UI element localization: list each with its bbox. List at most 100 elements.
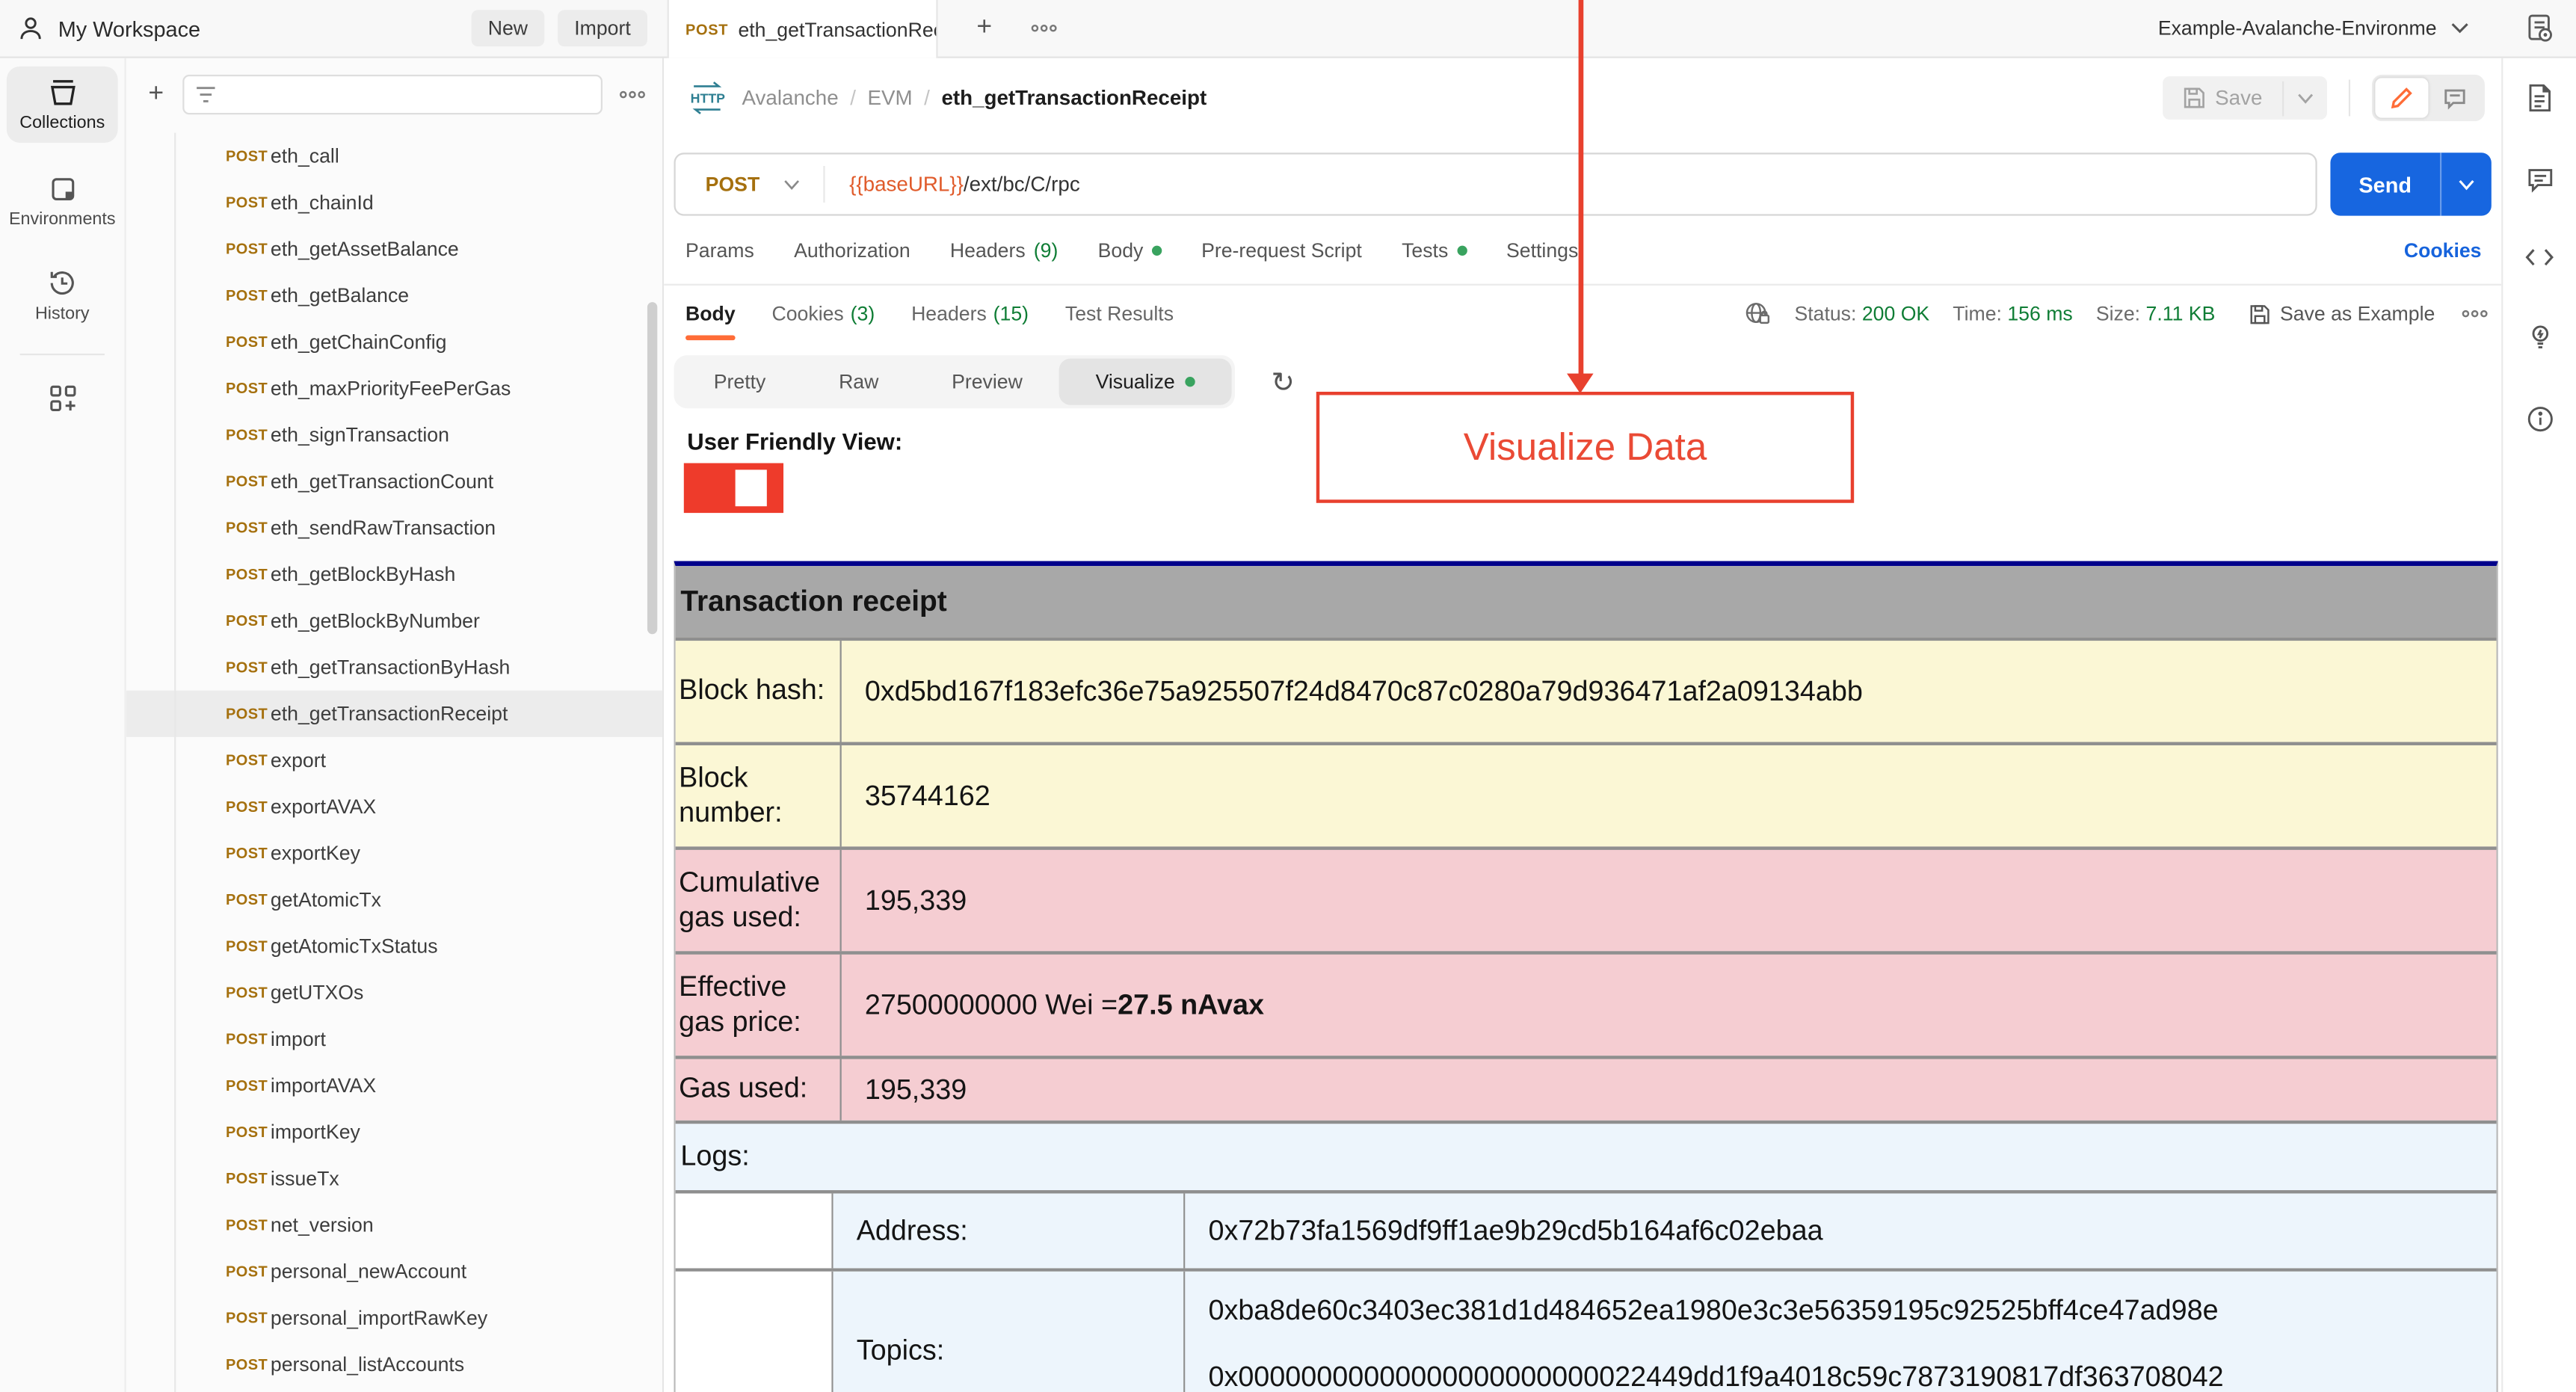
sidebar-item-eth_getAssetBalance[interactable]: POST eth_getAssetBalance xyxy=(126,226,662,272)
environment-selector[interactable]: Example-Avalanche-Environme xyxy=(2158,0,2470,56)
request-tab[interactable]: POST eth_getTransactionRece xyxy=(667,0,938,58)
row-label: Gas used: xyxy=(676,1059,842,1121)
response-tab-cookies[interactable]: Cookies (3) xyxy=(771,287,875,340)
lightbulb-icon[interactable] xyxy=(2525,322,2554,352)
row-label: Block hash: xyxy=(676,641,842,742)
value-text: 0xd5bd167f183efc36e75a925507f24d8470c87c… xyxy=(864,674,1863,706)
request-tab-tests[interactable]: Tests xyxy=(1402,238,1467,262)
sidebar-item-importKey[interactable]: POST importKey xyxy=(126,1109,662,1155)
request-name: eth_maxPriorityFeePerGas xyxy=(270,377,511,401)
sidebar-item-personal_newAccount[interactable]: POST personal_newAccount xyxy=(126,1248,662,1295)
edit-mode-button[interactable] xyxy=(2375,78,2429,118)
request-tab-params[interactable]: Params xyxy=(685,238,754,262)
rail-item-history[interactable]: History xyxy=(7,256,118,333)
rail-item-collections[interactable]: Collections xyxy=(6,66,118,143)
new-button[interactable]: New xyxy=(471,10,545,47)
url-input[interactable]: POST {{baseURL}}/ext/bc/C/rpc xyxy=(674,153,2317,216)
comments-icon[interactable] xyxy=(2525,166,2554,193)
send-button[interactable]: Send xyxy=(2330,153,2440,215)
user-friendly-view-checkbox[interactable] xyxy=(683,463,784,514)
info-icon[interactable] xyxy=(2525,405,2554,434)
import-button[interactable]: Import xyxy=(558,10,647,47)
view-tab-raw[interactable]: Raw xyxy=(802,359,915,405)
method-badge: POST xyxy=(225,1356,268,1373)
view-tab-visualize[interactable]: Visualize xyxy=(1059,358,1232,405)
request-tab-headers[interactable]: Headers (9) xyxy=(950,238,1058,262)
sidebar-item-issueTx[interactable]: POST issueTx xyxy=(126,1155,662,1201)
sidebar-item-exportAVAX[interactable]: POST exportAVAX xyxy=(126,783,662,830)
user-icon[interactable] xyxy=(16,14,45,43)
response-options-icon[interactable] xyxy=(2462,309,2489,318)
response-tab-body[interactable]: Body xyxy=(685,287,736,341)
request-name: eth_getTransactionByHash xyxy=(270,656,511,680)
sidebar-item-getAtomicTxStatus[interactable]: POST getAtomicTxStatus xyxy=(126,923,662,970)
save-icon xyxy=(2249,303,2270,324)
sidebar-item-eth_call[interactable]: POST eth_call xyxy=(126,133,662,179)
time-label: Time: xyxy=(1953,302,2002,326)
sidebar-item-personal_importRawKey[interactable]: POST personal_importRawKey xyxy=(126,1295,662,1341)
request-tab-settings[interactable]: Settings xyxy=(1506,238,1578,262)
code-snippet-icon[interactable] xyxy=(2524,246,2554,269)
sidebar-item-import[interactable]: POST import xyxy=(126,1016,662,1062)
sidebar-item-personal_unlockAccount[interactable]: POSTpersonal_unlockAccount xyxy=(126,1388,662,1392)
sidebar-item-eth_signTransaction[interactable]: POST eth_signTransaction xyxy=(126,412,662,458)
sidebar-item-exportKey[interactable]: POST exportKey xyxy=(126,830,662,876)
tree-indent-line xyxy=(174,132,176,1392)
sidebar-scrollbar[interactable] xyxy=(647,302,658,635)
comment-mode-button[interactable] xyxy=(2428,78,2481,117)
response-tab-test-results[interactable]: Test Results xyxy=(1065,287,1174,340)
method-dropdown[interactable]: POST xyxy=(676,173,823,196)
method-badge: POST xyxy=(225,1263,268,1280)
tab-label: Pretty xyxy=(713,370,766,394)
sidebar-item-importAVAX[interactable]: POST importAVAX xyxy=(126,1062,662,1109)
environment-quick-look-icon[interactable] xyxy=(2524,12,2556,45)
log-row: Topics: 0xba8de60c3403ec381d1d484652ea198… xyxy=(675,1268,2497,1392)
save-as-example-button[interactable]: Save as Example xyxy=(2249,302,2435,325)
breadcrumb-request-name[interactable]: eth_getTransactionReceipt xyxy=(941,86,1207,109)
sidebar-item-eth_getTransactionReceipt[interactable]: POST eth_getTransactionReceipt xyxy=(126,690,662,737)
url-path: /ext/bc/C/rpc xyxy=(963,172,1080,197)
refresh-icon[interactable]: ↻ xyxy=(1272,368,1295,396)
view-tab-pretty[interactable]: Pretty xyxy=(677,359,802,405)
request-tab-pre-request-script[interactable]: Pre-request Script xyxy=(1201,238,1362,262)
configure-rail-icon[interactable] xyxy=(0,382,125,415)
new-tab-button[interactable]: + xyxy=(967,12,1000,45)
sidebar-item-eth_getChainConfig[interactable]: POST eth_getChainConfig xyxy=(126,318,662,365)
url-value[interactable]: {{baseURL}}/ext/bc/C/rpc xyxy=(825,173,1080,196)
sidebar-item-export[interactable]: POST export xyxy=(126,737,662,783)
breadcrumb-collection[interactable]: Avalanche xyxy=(742,86,839,109)
table-row: Cumulative gas used: 195,339 xyxy=(675,846,2497,952)
method-badge: POST xyxy=(225,566,268,583)
response-tab-headers[interactable]: Headers (15) xyxy=(911,287,1029,340)
documentation-icon[interactable] xyxy=(2526,83,2553,113)
sidebar-item-net_version[interactable]: POST net_version xyxy=(126,1202,662,1248)
request-tab-body[interactable]: Body xyxy=(1098,238,1162,262)
network-globe-icon[interactable] xyxy=(1745,301,1772,327)
row-value: 195,339 xyxy=(842,1059,2497,1121)
request-tab-authorization[interactable]: Authorization xyxy=(794,238,910,262)
save-options-chevron[interactable] xyxy=(2282,80,2327,116)
rail-item-environments[interactable]: Environments xyxy=(7,163,118,239)
view-tab-preview[interactable]: Preview xyxy=(915,359,1059,405)
sidebar-item-eth_sendRawTransaction[interactable]: POST eth_sendRawTransaction xyxy=(126,505,662,551)
tab-options-icon[interactable] xyxy=(1026,12,1062,45)
sidebar-item-eth_getTransactionByHash[interactable]: POST eth_getTransactionByHash xyxy=(126,644,662,691)
sidebar-item-eth_chainId[interactable]: POST eth_chainId xyxy=(126,179,662,226)
send-options-chevron[interactable] xyxy=(2439,153,2492,216)
add-request-button[interactable]: + xyxy=(140,78,173,111)
workspace-title[interactable]: My Workspace xyxy=(58,16,200,40)
sidebar-item-eth_maxPriorityFeePerGas[interactable]: POST eth_maxPriorityFeePerGas xyxy=(126,365,662,411)
save-button[interactable]: Save xyxy=(2162,76,2282,120)
sidebar-item-eth_getTransactionCount[interactable]: POST eth_getTransactionCount xyxy=(126,458,662,505)
sidebar-item-getUTXOs[interactable]: POST getUTXOs xyxy=(126,970,662,1016)
sidebar-options-icon[interactable] xyxy=(619,90,646,99)
sidebar-item-eth_getBlockByNumber[interactable]: POST eth_getBlockByNumber xyxy=(126,597,662,644)
sidebar-item-personal_listAccounts[interactable]: POST personal_listAccounts xyxy=(126,1341,662,1388)
cookies-link[interactable]: Cookies xyxy=(2404,238,2482,262)
sidebar-item-eth_getBlockByHash[interactable]: POST eth_getBlockByHash xyxy=(126,551,662,597)
tab-label: Visualize xyxy=(1095,370,1175,394)
sidebar-item-getAtomicTx[interactable]: POST getAtomicTx xyxy=(126,876,662,923)
sidebar-item-eth_getBalance[interactable]: POST eth_getBalance xyxy=(126,272,662,318)
filter-input[interactable] xyxy=(182,74,603,115)
breadcrumb-folder[interactable]: EVM xyxy=(867,86,912,109)
